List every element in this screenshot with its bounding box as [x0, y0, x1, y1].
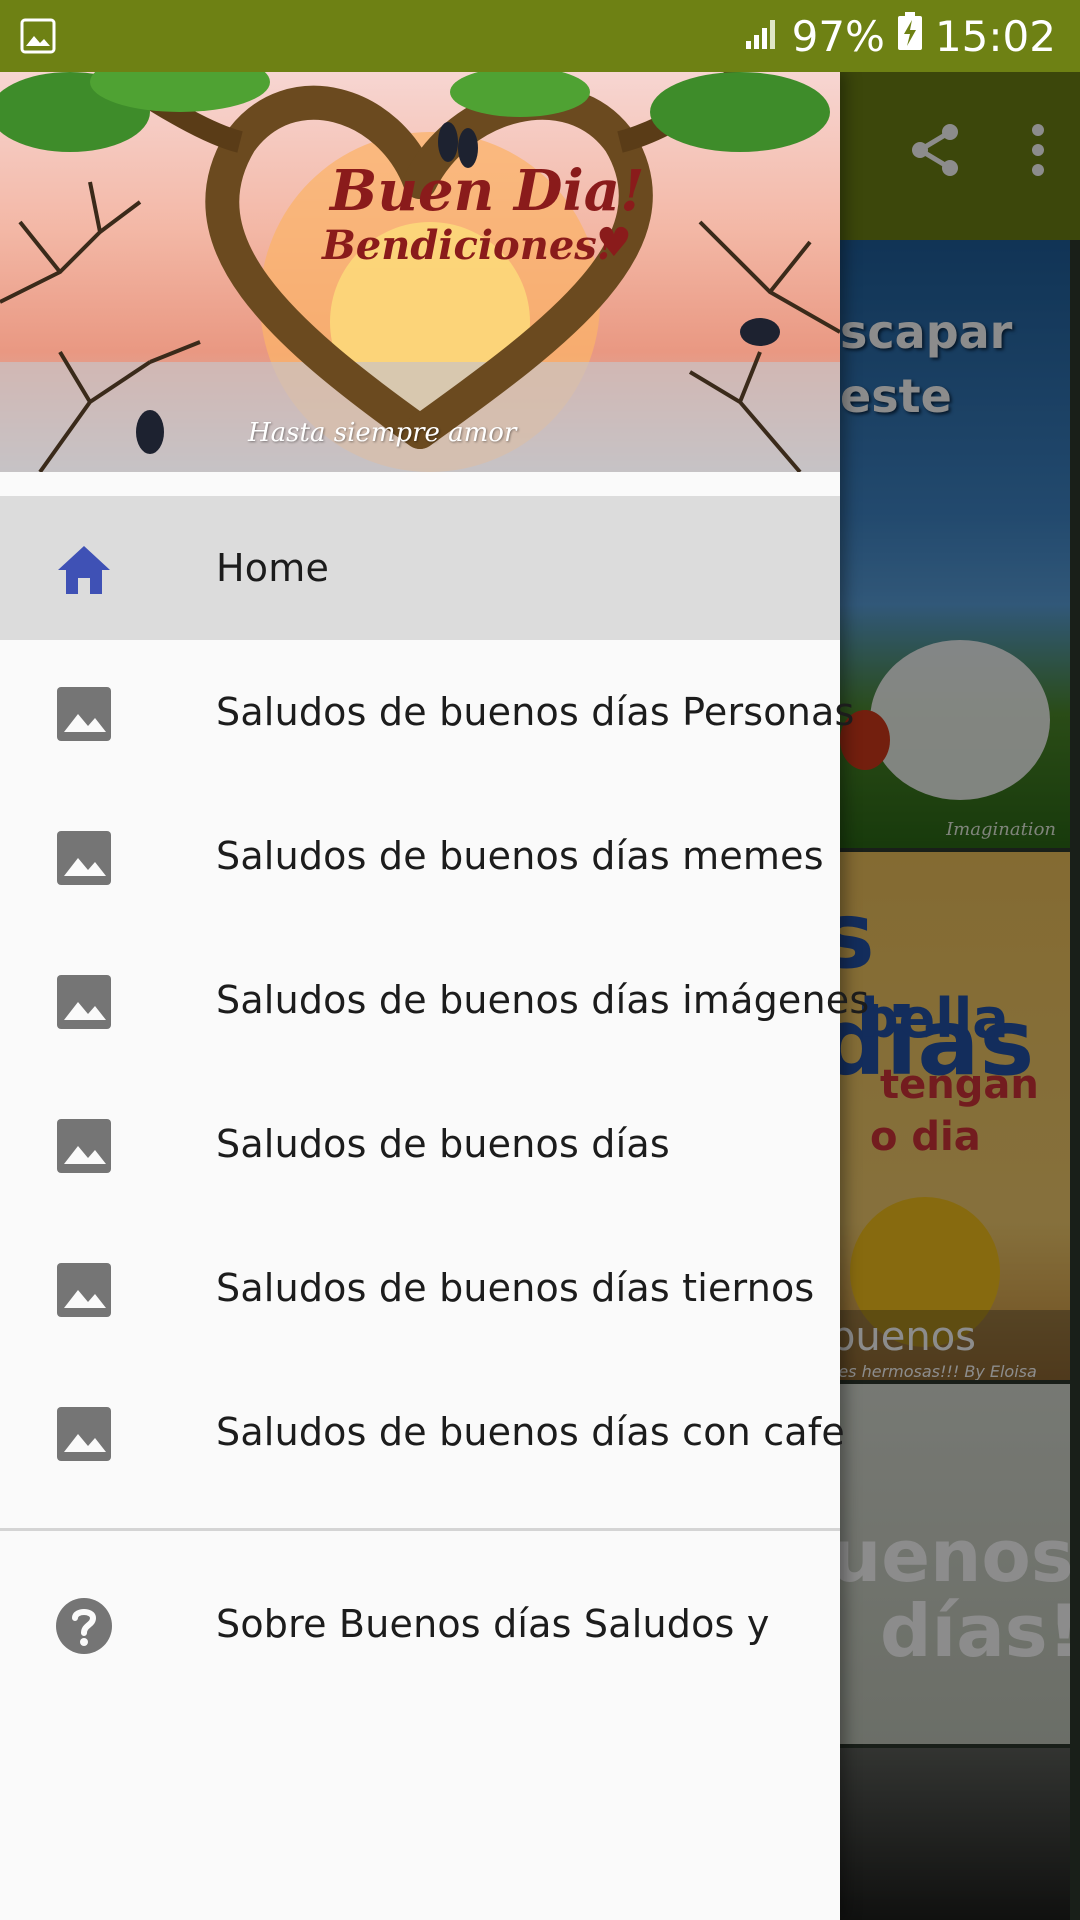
image-icon	[54, 972, 114, 1032]
battery-percent: 97%	[791, 11, 885, 61]
menu-item-label: Saludos de buenos días Personas	[216, 690, 855, 734]
menu-item-label: Saludos de buenos días imágenes	[216, 978, 870, 1022]
menu-item-memes[interactable]: Saludos de buenos días memes	[0, 784, 840, 928]
menu-item-label: Saludos de buenos días memes	[216, 834, 824, 878]
heart-icon: ♥	[596, 220, 632, 266]
drawer-header-image: Buen Dia! Bendiciones! ♥ Hasta siempre a…	[0, 72, 840, 472]
status-bar: 97% 15:02	[0, 0, 1080, 72]
image-icon	[54, 684, 114, 744]
menu-item-label: Saludos de buenos días	[216, 1122, 670, 1166]
home-icon	[54, 540, 114, 600]
header-subtitle: Bendiciones!	[322, 222, 615, 269]
image-icon	[54, 1116, 114, 1176]
drawer-menu: Home Saludos de buenos días Personas Sal…	[0, 496, 869, 1504]
menu-item-label: Saludos de buenos días tiernos	[216, 1266, 815, 1310]
cellular-signal-icon	[744, 12, 780, 61]
image-icon	[54, 828, 114, 888]
menu-item-tiernos[interactable]: Saludos de buenos días tiernos	[0, 1216, 840, 1360]
clock: 15:02	[934, 11, 1056, 61]
header-signature: Hasta siempre amor	[248, 418, 517, 448]
menu-item-home[interactable]: Home	[0, 496, 840, 640]
heart-tree-illustration	[0, 72, 840, 472]
menu-item-label: Home	[216, 546, 330, 590]
image-icon	[54, 1404, 114, 1464]
menu-item-imagenes[interactable]: Saludos de buenos días imágenes	[0, 928, 869, 1072]
battery-charging-icon	[897, 11, 923, 61]
menu-item-buenos-dias[interactable]: Saludos de buenos días	[0, 1072, 840, 1216]
help-icon	[54, 1596, 114, 1656]
image-icon	[54, 1260, 114, 1320]
menu-item-label: Saludos de buenos días con cafe	[216, 1410, 845, 1454]
menu-item-con-cafe[interactable]: Saludos de buenos días con cafe	[0, 1360, 845, 1504]
screen: 97% 15:02 scapar este Imagination s dias…	[0, 0, 1080, 1920]
header-title: Buen Dia!	[330, 158, 645, 224]
menu-item-personas[interactable]: Saludos de buenos días Personas	[0, 640, 854, 784]
menu-item-about[interactable]: Sobre Buenos días Saludos y	[0, 1552, 840, 1696]
navigation-drawer: Buen Dia! Bendiciones! ♥ Hasta siempre a…	[0, 72, 869, 1920]
divider	[0, 1528, 840, 1531]
image-notification-icon	[20, 18, 56, 54]
menu-item-label: Sobre Buenos días Saludos y	[216, 1602, 770, 1646]
